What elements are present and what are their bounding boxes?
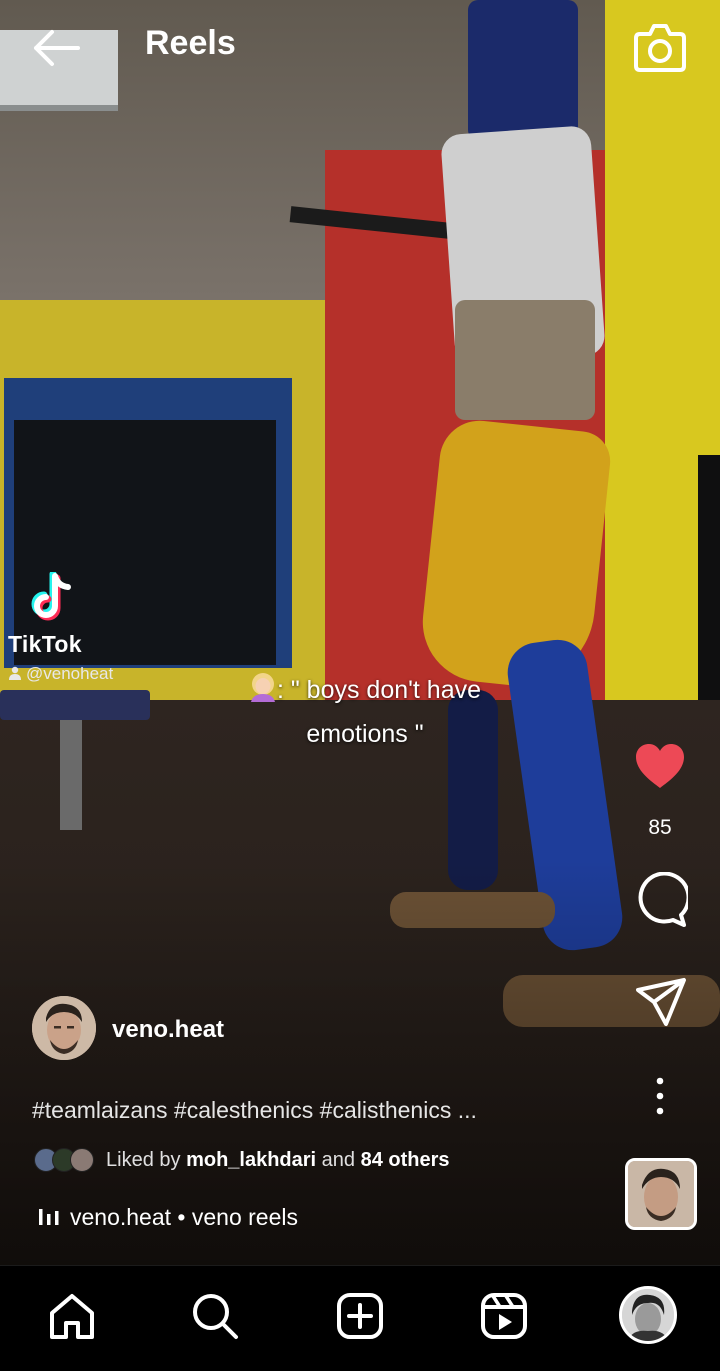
profile-avatar[interactable]: [619, 1286, 677, 1344]
tiktok-handle: @venoheat: [8, 664, 138, 684]
author-username[interactable]: veno.heat: [112, 1016, 224, 1044]
video-caption-text: : " boys don't have emotions ": [276, 676, 482, 748]
more-vertical-icon[interactable]: [648, 1076, 672, 1116]
profile-avatar-face-icon: [622, 1289, 674, 1341]
tiktok-watermark: TikTok @venoheat: [8, 570, 138, 684]
author-avatar[interactable]: [32, 996, 96, 1060]
page-title: Reels: [145, 24, 236, 62]
video-scene-person-waist: [455, 300, 595, 420]
top-bar: Reels: [0, 0, 720, 95]
video-scene-bench: [0, 690, 150, 720]
liked-by-user[interactable]: moh_lakhdari: [186, 1149, 316, 1171]
liked-by-prefix: Liked by: [106, 1148, 181, 1171]
camera-icon[interactable]: [632, 20, 688, 74]
home-icon[interactable]: [47, 1291, 97, 1341]
liker-avatars: [34, 1147, 98, 1173]
audio-label: veno.heat • veno reels: [70, 1204, 298, 1230]
audio-row[interactable]: veno.heat • veno reels: [38, 1204, 298, 1231]
liked-by-row[interactable]: Liked by moh_lakhdari and 84 others: [34, 1147, 450, 1175]
avatar-face-icon: [32, 996, 96, 1060]
comment-icon[interactable]: [632, 872, 688, 928]
tiktok-handle-text: @venoheat: [26, 664, 114, 683]
audio-bars-icon: [39, 1209, 59, 1225]
search-icon[interactable]: [190, 1291, 240, 1341]
video-scene-doorway: [698, 455, 720, 715]
liked-by-others[interactable]: 84 others: [361, 1149, 450, 1171]
audio-thumbnail-face-icon: [628, 1161, 694, 1227]
tiktok-brand-text: TikTok: [8, 631, 82, 657]
paper-plane-icon[interactable]: [634, 976, 688, 1028]
like-count: 85: [648, 816, 672, 839]
liker-avatar: [70, 1148, 94, 1172]
video-scene-bench-leg: [60, 720, 82, 830]
woman-emoji-icon: [250, 673, 275, 702]
reels-icon[interactable]: [479, 1291, 529, 1341]
arrow-left-icon[interactable]: [30, 26, 82, 70]
liked-by-and: and: [321, 1148, 356, 1171]
user-icon: [9, 666, 21, 680]
heart-icon[interactable]: [632, 740, 688, 792]
post-hashtags[interactable]: #teamlaizans #calesthenics #calisthenics…: [32, 1097, 477, 1124]
create-icon[interactable]: [335, 1291, 385, 1341]
video-caption: : " boys don't have emotions ": [210, 668, 520, 756]
bottom-nav: [0, 1265, 720, 1371]
audio-thumbnail[interactable]: [625, 1158, 697, 1230]
tiktok-logo-icon: [31, 570, 71, 621]
